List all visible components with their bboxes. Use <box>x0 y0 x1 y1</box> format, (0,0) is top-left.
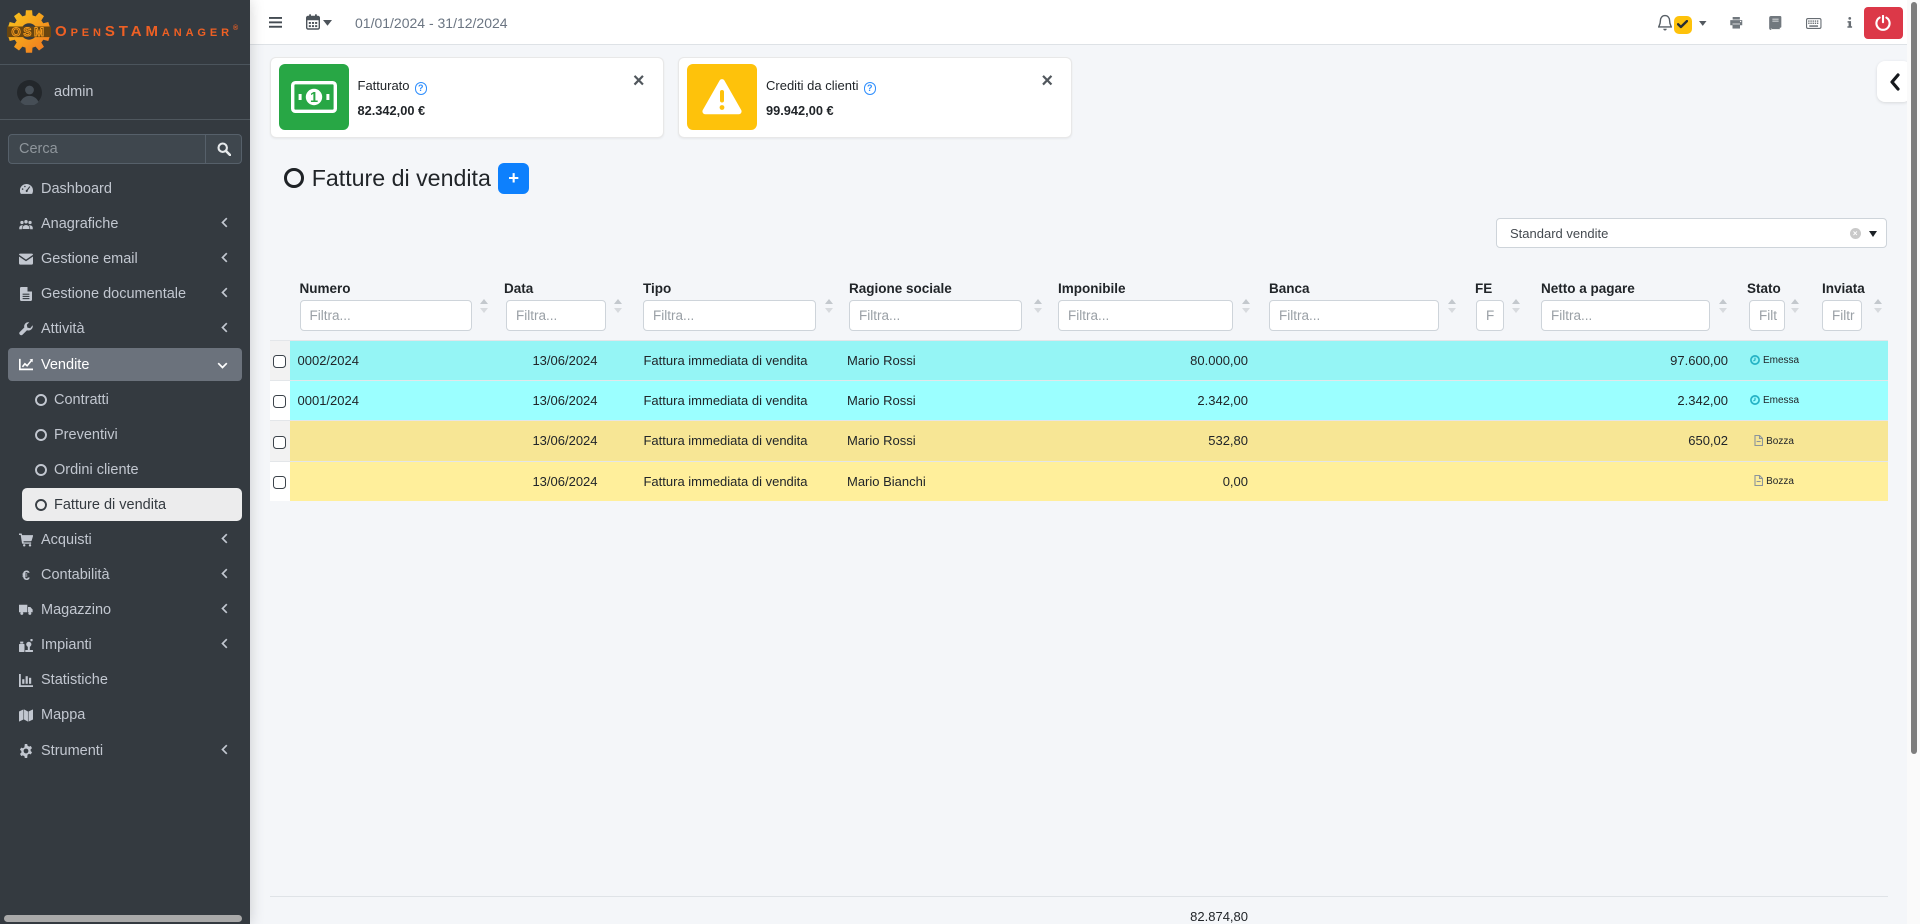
svg-text:OSM: OSM <box>11 25 46 39</box>
svg-text:1: 1 <box>309 90 317 106</box>
